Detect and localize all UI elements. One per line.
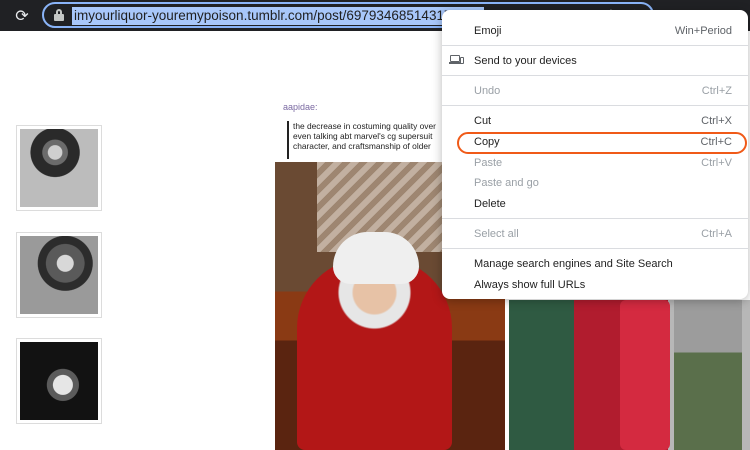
- menu-separator: [442, 105, 748, 106]
- devices-icon: [449, 54, 464, 66]
- menu-item-label: Select all: [474, 228, 519, 240]
- lock-icon[interactable]: [54, 9, 64, 21]
- costumed-figure: [297, 258, 452, 450]
- post-quote: the decrease in costuming quality over e…: [287, 121, 443, 159]
- quote-line: the decrease in costuming quality over: [293, 121, 436, 131]
- thumbnail-image: [20, 342, 98, 420]
- sidebar-thumbnail[interactable]: [16, 338, 102, 424]
- sidebar-thumbnail[interactable]: [16, 125, 102, 211]
- post-photo-right: [509, 300, 750, 450]
- url-text[interactable]: imyourliquor-youremypoison.tumblr.com/po…: [72, 7, 484, 25]
- menu-item-label: Cut: [474, 115, 492, 127]
- menu-item-label: Undo: [474, 85, 501, 97]
- post-username[interactable]: aapidae:: [283, 102, 318, 112]
- menu-item-label: Paste and go: [474, 177, 539, 189]
- menu-item-emoji[interactable]: Emoji Win+Period: [442, 21, 748, 41]
- menu-item-label: Emoji: [474, 25, 502, 37]
- menu-item-delete[interactable]: Delete: [442, 194, 748, 214]
- background-trees: [674, 300, 742, 450]
- menu-item-undo: Undo Ctrl+Z: [442, 81, 748, 101]
- menu-item-always-show-full-urls[interactable]: Always show full URLs: [442, 275, 748, 295]
- red-dress-figure: [620, 300, 670, 450]
- menu-separator: [442, 75, 748, 76]
- white-hair: [333, 232, 419, 284]
- menu-item-shortcut: Ctrl+A: [701, 228, 732, 240]
- menu-separator: [442, 218, 748, 219]
- menu-item-shortcut: Ctrl+Z: [701, 85, 732, 97]
- menu-item-label: Manage search engines and Site Search: [474, 258, 673, 270]
- menu-item-shortcut: Ctrl+X: [701, 115, 732, 127]
- quote-line: character, and craftsmanship of older: [293, 141, 431, 151]
- menu-item-paste: Paste Ctrl+V: [442, 153, 748, 173]
- copy-highlight-ring: [457, 132, 747, 154]
- menu-item-manage-search-engines[interactable]: Manage search engines and Site Search: [442, 254, 748, 274]
- menu-item-select-all: Select all Ctrl+A: [442, 224, 748, 244]
- quote-line: even talking abt marvel's cg supersuit: [293, 131, 433, 141]
- menu-item-label: Always show full URLs: [474, 279, 586, 291]
- menu-item-label: Delete: [474, 198, 506, 210]
- menu-item-send-to-devices[interactable]: Send to your devices: [442, 51, 748, 71]
- menu-item-shortcut: Ctrl+V: [701, 157, 732, 169]
- thumbnail-image: [20, 236, 98, 314]
- sidebar-thumbnail[interactable]: [16, 232, 102, 318]
- browser-window: ⟳ imyourliquor-youremypoison.tumblr.com/…: [0, 0, 750, 450]
- menu-item-label: Send to your devices: [474, 55, 577, 67]
- menu-separator: [442, 45, 748, 46]
- thumbnail-image: [20, 129, 98, 207]
- menu-item-cut[interactable]: Cut Ctrl+X: [442, 111, 748, 131]
- menu-item-label: Paste: [474, 157, 503, 169]
- context-menu: Emoji Win+Period Send to your devices Un…: [442, 10, 748, 299]
- menu-item-shortcut: Win+Period: [674, 25, 732, 37]
- menu-separator: [442, 248, 748, 249]
- reload-icon[interactable]: ⟳: [12, 6, 32, 26]
- menu-item-paste-and-go: Paste and go: [442, 173, 748, 193]
